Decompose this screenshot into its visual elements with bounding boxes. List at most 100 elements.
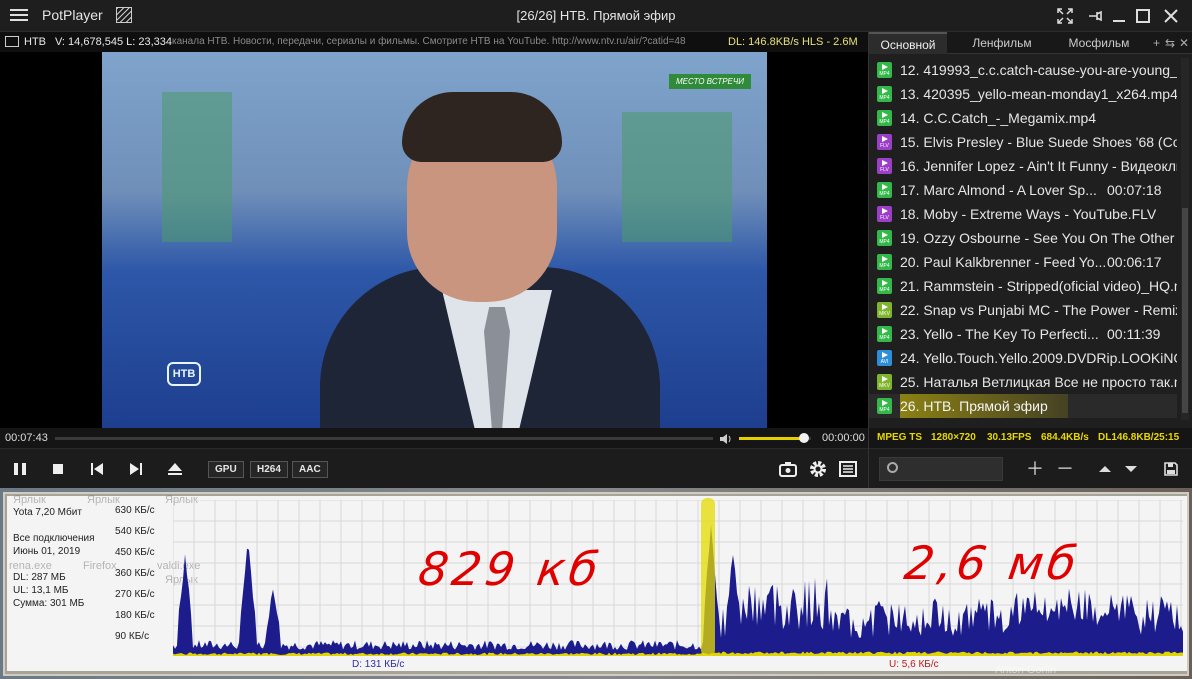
playlist-item-title: 15. Elvis Presley - Blue Suede Shoes '68… xyxy=(900,134,1177,150)
current-time: 00:07:43 xyxy=(5,432,48,444)
playlist-item-title: 25. Наталья Ветлицкая Все не просто так.… xyxy=(900,374,1177,390)
capture-icon[interactable] xyxy=(776,457,800,481)
playlist-item-title: 21. Rammstein - Stripped(oficial video)_… xyxy=(900,278,1177,294)
scrollbar-thumb[interactable] xyxy=(1182,208,1188,413)
next-icon[interactable] xyxy=(124,457,148,481)
video-codec-tag[interactable]: H264 xyxy=(250,461,288,478)
playlist-panel: Основной Ленфильм Мосфильм + ⇆ ✕ MP4 12. … xyxy=(868,32,1192,488)
playlist-item[interactable]: MP4 12. 419993_c.c.catch-cause-you-are-yo… xyxy=(869,58,1177,82)
skin-icon[interactable] xyxy=(116,7,132,23)
file-format-icon: FLV xyxy=(877,134,892,150)
connection-filter: Все подключения xyxy=(13,533,95,544)
main-menu-icon[interactable] xyxy=(8,6,30,26)
control-bar: GPU H264 AAC xyxy=(0,448,868,488)
scroll-tabs-icon[interactable]: ⇆ xyxy=(1165,32,1175,54)
eject-icon[interactable] xyxy=(163,457,187,481)
remove-item-icon[interactable]: － xyxy=(1053,457,1077,481)
file-format-icon: MP4 xyxy=(877,86,892,102)
tv-icon xyxy=(5,36,19,47)
move-up-icon[interactable] xyxy=(1093,457,1117,481)
playlist-toggle-icon[interactable] xyxy=(836,457,860,481)
file-format-icon: FLV xyxy=(877,206,892,222)
channel-name: НТВ xyxy=(24,36,46,48)
playlist-item[interactable]: MP4 17. Marc Almond - A Lover Sp... 00:07:… xyxy=(869,178,1177,202)
file-format-icon: MP4 xyxy=(877,182,892,198)
playlist-item[interactable]: MP4 20. Paul Kalkbrenner - Feed Yo... 00:0… xyxy=(869,250,1177,274)
app-name: PotPlayer xyxy=(42,7,103,23)
volume-knob[interactable] xyxy=(798,433,809,443)
minimize-icon[interactable] xyxy=(1106,4,1132,28)
volume-slider[interactable] xyxy=(739,433,811,443)
audio-codec-tag[interactable]: AAC xyxy=(292,461,328,478)
settings-gear-icon[interactable] xyxy=(806,457,830,481)
pause-icon[interactable] xyxy=(8,457,32,481)
close-icon[interactable] xyxy=(1158,4,1184,28)
playlist-item-duration: 00:06:17 xyxy=(1107,254,1162,270)
tab-main[interactable]: Основной xyxy=(869,32,947,54)
file-format-icon: MP4 xyxy=(877,230,892,246)
playlist-item[interactable]: AVI 24. Yello.Touch.Yello.2009.DVDRip.LOO… xyxy=(869,346,1177,370)
tab-mosfilm[interactable]: Мосфильм xyxy=(1055,32,1143,54)
y-axis-label: 90 КБ/с xyxy=(115,631,150,642)
file-format-icon: MKV xyxy=(877,374,892,390)
y-axis-label: 270 КБ/с xyxy=(115,589,155,600)
highlight-marker xyxy=(701,498,715,656)
studio-background xyxy=(162,92,232,242)
playlist-item[interactable]: MP4 21. Rammstein - Stripped(oficial vide… xyxy=(869,274,1177,298)
upload-total: UL: 13,1 МБ xyxy=(13,585,69,596)
file-format-icon: MKV xyxy=(877,302,892,318)
playlist-item[interactable]: FLV 18. Moby - Extreme Ways - YouTube.FLV xyxy=(869,202,1177,226)
gpu-tag[interactable]: GPU xyxy=(208,461,244,478)
y-axis-label: 180 КБ/с xyxy=(115,610,155,621)
playlist-item[interactable]: MP4 14. C.C.Catch_-_Megamix.mp4 xyxy=(869,106,1177,130)
connection-name: Yota 7,20 Мбит xyxy=(13,507,82,518)
playlist-item[interactable]: FLV 16. Jennifer Lopez - Ain't It Funny -… xyxy=(869,154,1177,178)
download-info: DL146.8KB/25:15 xyxy=(1098,432,1180,443)
file-format-icon: MP4 xyxy=(877,254,892,270)
add-item-icon[interactable]: ＋ xyxy=(1023,457,1047,481)
window-title: [26/26] НТВ. Прямой эфир xyxy=(516,8,676,23)
playlist-item-title: 26. НТВ. Прямой эфир xyxy=(900,394,1068,418)
move-down-icon[interactable] xyxy=(1119,457,1143,481)
volume-icon[interactable] xyxy=(719,432,733,444)
traffic-monitor-window: Ярлык Ярлык Ярлык rena.exe Firefox valdi… xyxy=(3,492,1189,676)
file-format-icon: MP4 xyxy=(877,326,892,342)
playlist-item-title: 18. Moby - Extreme Ways - YouTube.FLV xyxy=(900,206,1157,222)
playlist-item[interactable]: MP4 23. Yello - The Key To Perfecti... 00:… xyxy=(869,322,1177,346)
file-format-icon: MP4 xyxy=(877,278,892,294)
playlist-item-current[interactable]: MP4 26. НТВ. Прямой эфир xyxy=(869,394,1177,418)
pin-icon[interactable] xyxy=(1082,4,1108,28)
playlist-item-title: 12. 419993_c.c.catch-cause-you-are-young… xyxy=(900,62,1177,78)
video-frame[interactable]: МЕСТО ВСТРЕЧИ НТВ xyxy=(102,52,767,428)
seek-bar: 00:07:43 00:00:00 xyxy=(0,428,868,448)
playlist-item[interactable]: FLV 15. Elvis Presley - Blue Suede Shoes … xyxy=(869,130,1177,154)
maximize-icon[interactable] xyxy=(1130,4,1156,28)
bitrate: 684.4KB/s xyxy=(1041,432,1089,443)
playlist-item[interactable]: MP4 19. Ozzy Osbourne - See You On The Ot… xyxy=(869,226,1177,250)
playlist-tabs: Основной Ленфильм Мосфильм + ⇆ ✕ xyxy=(869,32,1192,54)
playlist-toolbar: ＋ － xyxy=(869,448,1192,488)
stop-icon[interactable] xyxy=(46,457,70,481)
playlist-item[interactable]: MP4 13. 420395_yello-mean-monday1_x264.mp… xyxy=(869,82,1177,106)
playlist-item-title: 19. Ozzy Osbourne - See You On The Other… xyxy=(900,230,1177,246)
presenter-hair xyxy=(402,92,562,162)
media-info-bar: MPEG TS 1280×720 30.13FPS 684.4KB/s DL14… xyxy=(869,428,1192,448)
playlist-item[interactable]: MKV 25. Наталья Ветлицкая Все не просто т… xyxy=(869,370,1177,394)
playlist-scrollbar[interactable] xyxy=(1181,58,1189,420)
video-area[interactable]: МЕСТО ВСТРЕЧИ НТВ xyxy=(0,52,868,428)
add-tab-icon[interactable]: + xyxy=(1153,32,1160,54)
fullscreen-icon[interactable] xyxy=(1052,4,1078,28)
file-format-icon: MP4 xyxy=(877,398,892,414)
file-format-icon: MP4 xyxy=(877,62,892,78)
playlist-item[interactable]: MKV 22. Snap vs Punjabi MC - The Power - … xyxy=(869,298,1177,322)
playlist-item-title: 24. Yello.Touch.Yello.2009.DVDRip.LOOKiN… xyxy=(900,350,1177,366)
playlist-item-duration: 00:11:39 xyxy=(1107,326,1161,342)
title-bar: PotPlayer [26/26] НТВ. Прямой эфир xyxy=(0,0,1192,32)
playlist-list: MP4 12. 419993_c.c.catch-cause-you-are-yo… xyxy=(869,58,1179,420)
close-panel-icon[interactable]: ✕ xyxy=(1179,32,1189,54)
tab-lenfilm[interactable]: Ленфильм xyxy=(963,32,1041,54)
previous-icon[interactable] xyxy=(85,457,109,481)
playlist-item-title: 17. Marc Almond - A Lover Sp... xyxy=(900,182,1097,198)
save-playlist-icon[interactable] xyxy=(1159,457,1183,481)
seek-track[interactable] xyxy=(55,437,713,440)
